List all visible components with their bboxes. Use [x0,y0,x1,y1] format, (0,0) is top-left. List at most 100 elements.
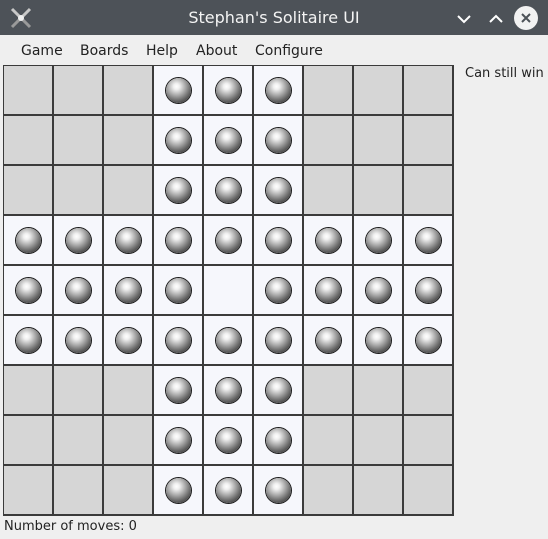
board-hole[interactable] [204,416,252,464]
board-hole[interactable] [254,266,302,314]
peg-marble[interactable] [416,328,441,353]
board-hole[interactable] [4,266,52,314]
peg-marble[interactable] [316,228,341,253]
board-hole[interactable] [254,316,302,364]
board-hole[interactable] [104,316,152,364]
peg-marble[interactable] [166,128,191,153]
board-hole[interactable] [354,316,402,364]
board-hole[interactable] [204,216,252,264]
board-hole[interactable] [154,116,202,164]
board-hole[interactable] [304,216,352,264]
maximize-button[interactable] [484,6,508,30]
board-hole[interactable] [254,216,302,264]
board-hole[interactable] [304,316,352,364]
menu-boards[interactable]: Boards [80,35,128,65]
peg-marble[interactable] [66,278,91,303]
peg-marble[interactable] [366,278,391,303]
close-button[interactable] [514,6,538,30]
peg-marble[interactable] [216,128,241,153]
peg-marble[interactable] [16,328,41,353]
peg-marble[interactable] [166,78,191,103]
board-hole[interactable] [404,316,452,364]
peg-marble[interactable] [266,228,291,253]
board-hole[interactable] [204,116,252,164]
peg-marble[interactable] [316,278,341,303]
peg-marble[interactable] [116,228,141,253]
peg-marble[interactable] [266,428,291,453]
board-hole[interactable] [204,266,252,314]
peg-marble[interactable] [266,78,291,103]
board-blocked-cell [304,466,352,514]
peg-marble[interactable] [166,278,191,303]
peg-marble[interactable] [266,278,291,303]
board-hole[interactable] [254,366,302,414]
board-hole[interactable] [204,316,252,364]
board-hole[interactable] [204,66,252,114]
menu-configure[interactable]: Configure [255,35,323,65]
peg-marble[interactable] [266,478,291,503]
board-hole[interactable] [154,216,202,264]
board-hole[interactable] [204,466,252,514]
minimize-button[interactable] [452,6,476,30]
board-hole[interactable] [104,266,152,314]
peg-marble[interactable] [216,478,241,503]
board-hole[interactable] [154,466,202,514]
peg-marble[interactable] [166,378,191,403]
board-hole[interactable] [254,466,302,514]
board-hole[interactable] [254,116,302,164]
peg-marble[interactable] [216,78,241,103]
peg-marble[interactable] [66,228,91,253]
board-hole[interactable] [54,216,102,264]
board-hole[interactable] [154,416,202,464]
board-hole[interactable] [4,316,52,364]
board-hole[interactable] [354,266,402,314]
board-hole[interactable] [54,266,102,314]
peg-marble[interactable] [16,228,41,253]
board-hole[interactable] [304,266,352,314]
peg-marble[interactable] [166,228,191,253]
peg-marble[interactable] [66,328,91,353]
peg-marble[interactable] [166,428,191,453]
board-hole[interactable] [154,366,202,414]
peg-marble[interactable] [266,128,291,153]
peg-marble[interactable] [216,178,241,203]
board-hole[interactable] [354,216,402,264]
peg-marble[interactable] [266,328,291,353]
board-hole[interactable] [404,216,452,264]
peg-marble[interactable] [216,428,241,453]
peg-marble[interactable] [316,328,341,353]
peg-marble[interactable] [166,328,191,353]
board-hole[interactable] [154,266,202,314]
board-hole[interactable] [4,216,52,264]
peg-marble[interactable] [116,278,141,303]
board-hole[interactable] [54,316,102,364]
board-hole[interactable] [104,216,152,264]
menu-about[interactable]: About [196,35,237,65]
board-hole[interactable] [154,316,202,364]
peg-marble[interactable] [416,278,441,303]
peg-marble[interactable] [216,228,241,253]
peg-marble[interactable] [416,228,441,253]
board-hole[interactable] [204,366,252,414]
board-hole[interactable] [254,166,302,214]
menu-game[interactable]: Game [21,35,63,65]
peg-marble[interactable] [366,328,391,353]
peg-marble[interactable] [16,278,41,303]
board-hole[interactable] [154,166,202,214]
menu-help[interactable]: Help [146,35,178,65]
board-hole[interactable] [254,66,302,114]
board-hole[interactable] [154,66,202,114]
peg-marble[interactable] [116,328,141,353]
board-hole[interactable] [404,266,452,314]
peg-marble[interactable] [166,478,191,503]
peg-marble[interactable] [266,378,291,403]
board-hole[interactable] [204,166,252,214]
peg-marble[interactable] [166,178,191,203]
board-blocked-cell [354,66,402,114]
peg-marble[interactable] [216,378,241,403]
board-hole[interactable] [254,416,302,464]
peg-marble[interactable] [366,228,391,253]
board-blocked-cell [354,166,402,214]
peg-marble[interactable] [216,328,241,353]
peg-marble[interactable] [266,178,291,203]
